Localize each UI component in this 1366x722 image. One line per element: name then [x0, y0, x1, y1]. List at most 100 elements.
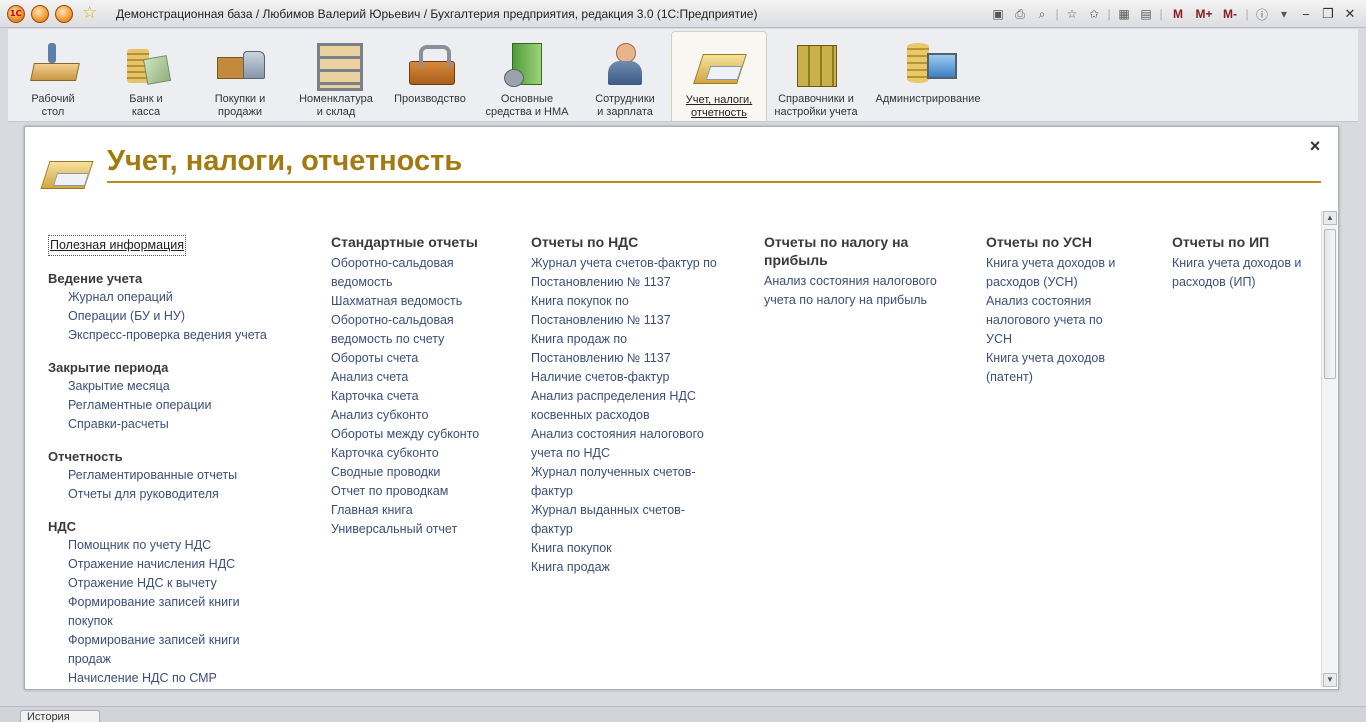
section-label: Основные средства и НМА [485, 93, 569, 118]
nav-link[interactable]: Экспресс-проверка ведения учета [68, 326, 308, 345]
section-administration[interactable]: Администрирование [872, 31, 984, 121]
report-link[interactable]: Наличие счетов-фактур [531, 368, 731, 387]
report-link[interactable]: Книга покупок [531, 539, 731, 558]
report-link[interactable]: Анализ состояния налогового учета по НДС [531, 425, 721, 463]
nav-link[interactable]: Формирование записей книги продаж [68, 631, 258, 669]
section-label: Покупки и продажи [214, 93, 266, 118]
useful-info-link[interactable]: Полезная информация [48, 235, 186, 256]
books-icon [791, 41, 841, 87]
nav-link[interactable]: Помощник по учету НДС [68, 536, 258, 555]
nav-link[interactable]: Регламентированные отчеты [68, 466, 308, 485]
report-link[interactable]: Карточка счета [331, 387, 501, 406]
add-favorite-icon[interactable]: ☆ [1062, 4, 1082, 24]
vertical-scrollbar[interactable]: ▲ ▼ [1321, 211, 1337, 687]
close-icon[interactable]: × [1306, 137, 1324, 155]
report-link[interactable]: Книга продаж по Постановлению № 1137 [531, 330, 691, 368]
nav-link[interactable]: Отражение НДС к вычету [68, 574, 258, 593]
column-standard-reports: Стандартные отчеты Оборотно-сальдовая ве… [331, 233, 501, 539]
minimize-icon[interactable]: − [1296, 4, 1316, 24]
calculator-icon[interactable]: ▦ [1114, 4, 1134, 24]
section-label: Справочники и настройки учета [774, 93, 858, 118]
truck-icon [215, 41, 265, 87]
report-link[interactable]: Анализ распределения НДС косвенных расхо… [531, 387, 711, 425]
report-link[interactable]: Анализ состояния налогового учета по нал… [764, 272, 954, 310]
report-link[interactable]: Обороты счета [331, 349, 501, 368]
nav-link[interactable]: Формирование записей книги покупок [68, 593, 258, 631]
window-title: Демонстрационная база / Любимов Валерий … [116, 7, 758, 21]
separator: | [1055, 7, 1059, 21]
home-button[interactable] [55, 5, 73, 23]
nav-link[interactable]: Начисление НДС по СМР [68, 669, 258, 688]
tools-icon [405, 41, 455, 87]
report-link[interactable]: Книга продаж [531, 558, 731, 577]
report-link[interactable]: Книга покупок по Постановлению № 1137 [531, 292, 691, 330]
close-window-icon[interactable]: ✕ [1340, 4, 1360, 24]
report-link[interactable]: Сводные проводки [331, 463, 501, 482]
report-link[interactable]: Обороты между субконто [331, 425, 501, 444]
nav-link[interactable]: Журнал операций [68, 288, 308, 307]
section-desktop[interactable]: Рабочий стол [12, 31, 94, 121]
report-link[interactable]: Анализ субконто [331, 406, 501, 425]
report-link[interactable]: Оборотно-сальдовая ведомость [331, 254, 481, 292]
calendar-icon[interactable]: ▤ [1136, 4, 1156, 24]
section-purchases-sales[interactable]: Покупки и продажи [198, 31, 282, 121]
favorites-list-icon[interactable]: ✩ [1084, 4, 1104, 24]
section-production[interactable]: Производство [388, 31, 472, 121]
staff-icon [600, 41, 650, 87]
restore-icon[interactable]: ❐ [1318, 4, 1338, 24]
group-heading: Закрытие периода [48, 360, 169, 375]
info-dropdown-icon[interactable]: ▾ [1274, 4, 1294, 24]
nav-link[interactable]: Операции (БУ и НУ) [68, 307, 308, 326]
nav-link[interactable]: Отражение начисления НДС [68, 555, 258, 574]
report-link[interactable]: Главная книга [331, 501, 501, 520]
title-toolbar: ▣ ⎙ ⌕ | ☆ ✩ | ▦ ▤ | M M+ M- | ⓘ ▾ − ❐ ✕ [988, 4, 1360, 24]
section-references[interactable]: Справочники и настройки учета [770, 31, 862, 121]
report-link[interactable]: Оборотно-сальдовая ведомость по счету [331, 311, 481, 349]
report-link[interactable]: Отчет по проводкам [331, 482, 501, 501]
nav-link[interactable]: Справки-расчеты [68, 415, 308, 434]
memory-button[interactable]: M [1166, 4, 1190, 24]
section-label: Сотрудники и зарплата [595, 93, 655, 118]
save-icon[interactable]: ▣ [988, 4, 1008, 24]
scroll-thumb[interactable] [1324, 229, 1336, 379]
report-link[interactable]: Универсальный отчет [331, 520, 501, 539]
section-staff[interactable]: Сотрудники и зарплата [584, 31, 666, 121]
nav-link[interactable]: Отчеты для руководителя [68, 485, 308, 504]
column-navigation: Полезная информация Ведение учета Журнал… [48, 211, 308, 688]
admin-icon [903, 41, 957, 87]
group-heading: НДС [48, 519, 77, 534]
info-icon[interactable]: ⓘ [1252, 4, 1272, 24]
section-fixed-assets[interactable]: Основные средства и НМА [480, 31, 574, 121]
report-link[interactable]: Книга учета доходов (патент) [986, 349, 1121, 387]
app-menu-icon[interactable]: 1С [7, 5, 25, 23]
nav-link[interactable]: Закрытие месяца [68, 377, 308, 396]
report-link[interactable]: Журнал полученных счетов-фактур [531, 463, 711, 501]
column-usn-reports: Отчеты по УСН Книга учета доходов и расх… [986, 233, 1146, 387]
desktop-icon [28, 41, 78, 87]
report-link[interactable]: Журнал выданных счетов-фактур [531, 501, 701, 539]
report-link[interactable]: Анализ состояния налогового учета по УСН [986, 292, 1116, 349]
history-tab[interactable]: История [20, 710, 100, 722]
report-link[interactable]: Книга учета доходов и расходов (УСН) [986, 254, 1131, 292]
nav-link[interactable]: Регламентные операции [68, 396, 308, 415]
section-bank[interactable]: Банк и касса [104, 31, 188, 121]
memory-minus-button[interactable]: M- [1218, 4, 1242, 24]
main-menu-button[interactable] [31, 5, 49, 23]
section-nomenclature[interactable]: Номенклатура и склад [292, 31, 380, 121]
scroll-down-icon[interactable]: ▼ [1323, 673, 1337, 687]
memory-plus-button[interactable]: M+ [1192, 4, 1216, 24]
report-link[interactable]: Книга учета доходов и расходов (ИП) [1172, 254, 1302, 292]
report-link[interactable]: Анализ счета [331, 368, 501, 387]
preview-icon[interactable]: ⌕ [1032, 4, 1052, 24]
favorites-star-icon[interactable]: ☆ [82, 4, 97, 22]
scroll-up-icon[interactable]: ▲ [1323, 211, 1337, 225]
print-icon[interactable]: ⎙ [1010, 4, 1030, 24]
section-accounting-taxes[interactable]: Учет, налоги, отчетность [671, 31, 767, 121]
report-link[interactable]: Журнал учета счетов-фактур по Постановле… [531, 254, 727, 292]
report-link[interactable]: Карточка субконто [331, 444, 501, 463]
warehouse-icon [311, 41, 363, 91]
separator: | [1245, 7, 1249, 21]
report-link[interactable]: Шахматная ведомость [331, 292, 501, 311]
status-bar [0, 706, 1366, 722]
tax-icon [694, 42, 744, 88]
